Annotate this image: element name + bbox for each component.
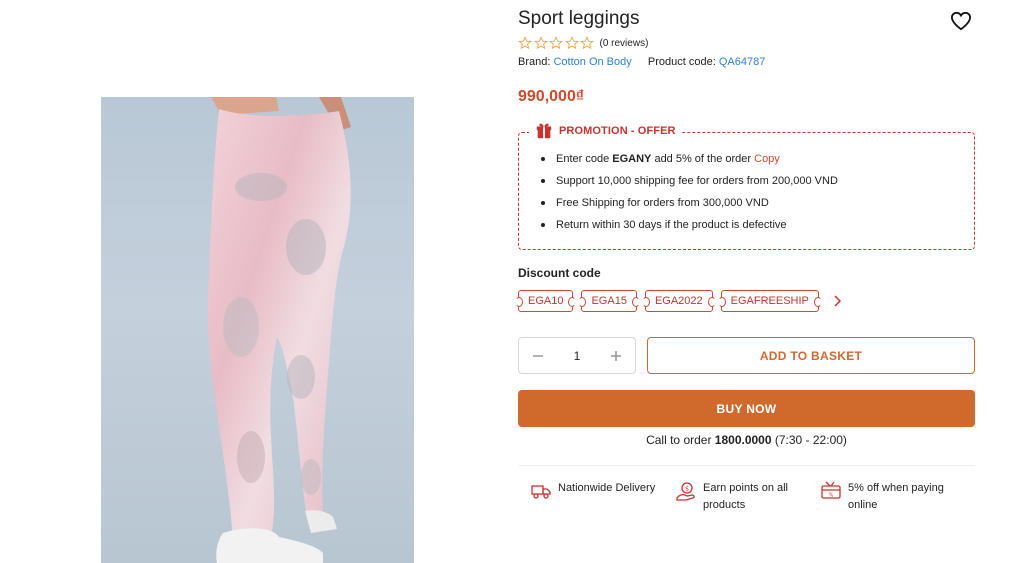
plus-icon[interactable]	[609, 349, 623, 363]
star-icon[interactable]	[549, 36, 563, 50]
quantity-value[interactable]: 1	[574, 349, 581, 363]
coupon-ega15[interactable]: EGA15	[578, 290, 641, 312]
feature-label: 5% off when paying online	[848, 482, 944, 511]
add-to-basket-button[interactable]: ADD TO BASKET	[647, 337, 975, 374]
phone-number[interactable]: 1800.0000	[715, 433, 772, 447]
feature-item: $ Earn points on all products	[675, 480, 815, 514]
promotion-list: Enter code EGANY add 5% of the order Cop…	[539, 152, 838, 240]
reviews-count[interactable]: (0 reviews)	[600, 38, 649, 49]
product-title: Sport leggings	[518, 8, 640, 29]
promo-code: EGANY	[612, 153, 652, 165]
svg-text:%: %	[829, 493, 834, 499]
product-meta: Brand: Cotton On Body Product code: QA64…	[518, 56, 765, 68]
feature-item: Nationwide Delivery	[530, 480, 655, 502]
discount-codes: EGA10 EGA15 EGA2022 EGAFREESHIP	[514, 290, 843, 312]
copy-link[interactable]: Copy	[754, 153, 780, 165]
call-hours: (7:30 - 22:00)	[771, 433, 847, 447]
coupon-ega2022[interactable]: EGA2022	[641, 290, 716, 312]
discount-code-label: Discount code	[518, 266, 601, 280]
promotion-box: PROMOTION - OFFER Enter code EGANY add 5…	[518, 121, 975, 250]
feature-item: % 5% off when paying online	[820, 480, 970, 514]
star-icon[interactable]	[518, 36, 532, 50]
promotion-item-text: add 5% of the order	[651, 153, 755, 165]
coupon-egafreeship[interactable]: EGAFREESHIP	[717, 290, 823, 312]
promotion-title: PROMOTION - OFFER	[559, 125, 676, 137]
star-icon[interactable]	[564, 36, 579, 50]
chevron-right-icon[interactable]	[831, 294, 843, 308]
call-to-order: Call to order 1800.0000 (7:30 - 22:00)	[518, 433, 975, 447]
promotion-item: Free Shipping for orders from 300,000 VN…	[539, 196, 838, 218]
product-code-value: QA64787	[718, 56, 766, 68]
brand-link[interactable]: Cotton On Body	[553, 56, 631, 68]
product-code-label: Product code:	[647, 56, 716, 68]
svg-text:$: $	[685, 486, 689, 493]
brand-label: Brand:	[518, 56, 551, 68]
promotion-header: PROMOTION - OFFER	[529, 121, 682, 141]
promotion-item: Enter code EGANY add 5% of the order Cop…	[539, 152, 838, 174]
card-icon: %	[821, 481, 841, 499]
star-icon[interactable]	[580, 36, 594, 50]
rating: (0 reviews)	[518, 36, 648, 50]
leggings-photo	[207, 97, 351, 563]
coupon-ega10[interactable]: EGA10	[514, 290, 577, 312]
gift-icon	[536, 123, 552, 139]
quantity-stepper: 1	[518, 337, 636, 374]
buy-now-button[interactable]: BUY NOW	[518, 390, 975, 427]
call-label: Call to order	[646, 433, 715, 447]
product-price: 990,000₫	[518, 88, 585, 105]
truck-icon	[531, 485, 551, 499]
promotion-item-text: Enter code	[556, 153, 613, 165]
minus-icon[interactable]	[531, 349, 545, 363]
promotion-item: Support 10,000 shipping fee for orders f…	[539, 174, 838, 196]
coin-hand-icon: $	[676, 482, 695, 501]
feature-label: Earn points on all products	[703, 482, 788, 511]
product-image[interactable]	[101, 97, 414, 563]
star-icon[interactable]	[533, 36, 548, 50]
wishlist-heart-icon[interactable]	[950, 11, 972, 31]
feature-label: Nationwide Delivery	[558, 482, 656, 494]
promotion-item: Return within 30 days if the product is …	[539, 218, 838, 240]
divider	[518, 465, 975, 466]
